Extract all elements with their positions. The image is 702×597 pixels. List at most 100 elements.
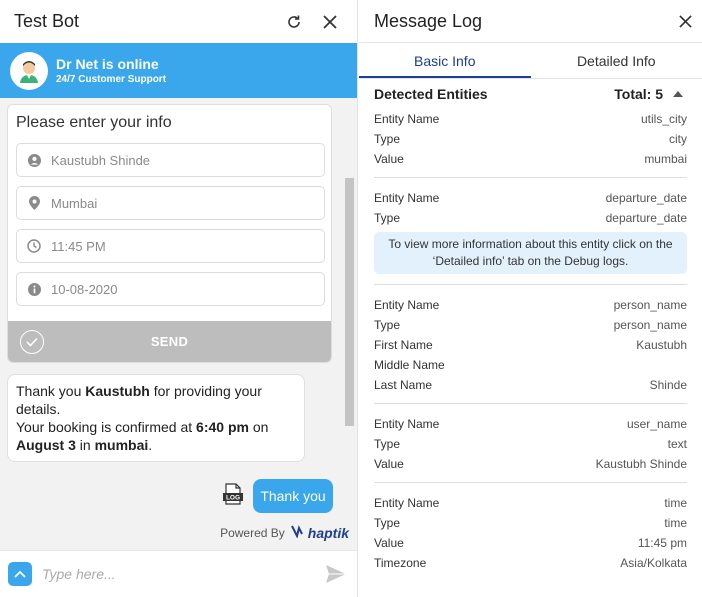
row-key: Value: [374, 152, 404, 166]
row-key: Entity Name: [374, 112, 440, 126]
powered-by: Powered By haptik: [220, 524, 349, 541]
row-key: Value: [374, 536, 404, 550]
agent-name: Dr Net is online: [56, 56, 159, 72]
row-key: Type: [374, 318, 401, 332]
row-value: Kaustubh Shinde: [595, 457, 687, 471]
entity-row: Type person_name: [374, 315, 687, 335]
row-value: Kaustubh: [636, 338, 687, 352]
detected-entities-header[interactable]: Detected Entities Total: 5: [374, 81, 687, 107]
chat-title: Test Bot: [14, 11, 80, 31]
row-value: utils_city: [640, 112, 687, 126]
log-body[interactable]: Detected Entities Total: 5 Entity Name ut…: [359, 80, 702, 597]
location-pin-icon: [27, 196, 41, 210]
chat-messages[interactable]: Please enter your info Kaustubh Shinde M…: [0, 98, 357, 550]
detected-entities-label: Detected Entities: [374, 86, 488, 102]
checkmark-icon: [20, 330, 44, 354]
bot-text: on: [248, 419, 269, 435]
log-header: Message Log: [359, 0, 702, 43]
row-key: Entity Name: [374, 496, 440, 510]
bot-message: Thank you Kaustubh for providing your de…: [7, 374, 305, 462]
chat-input-bar: [0, 550, 357, 597]
entity-row: Timezone Asia/Kolkata: [374, 553, 687, 573]
chat-scrollbar[interactable]: [345, 178, 354, 426]
entity-row: Entity Name departure_date: [374, 188, 687, 208]
send-label: SEND: [150, 334, 189, 349]
agent-banner: Dr Net is online 24/7 Customer Support: [0, 43, 357, 98]
collapse-caret-icon[interactable]: [669, 87, 687, 101]
row-value: city: [669, 132, 687, 146]
bot-text-city: mumbai: [94, 437, 149, 453]
message-input[interactable]: [42, 566, 323, 582]
bot-text-date: August 3: [16, 437, 76, 453]
time-field[interactable]: 11:45 PM: [16, 229, 325, 263]
entity-info-note: To view more information about this enti…: [374, 232, 687, 274]
entity-block: Entity Name user_name Type text Value Kaust…: [374, 412, 687, 483]
refresh-icon[interactable]: [281, 9, 307, 35]
send-arrow-icon: [326, 565, 346, 583]
entity-row: Type text: [374, 434, 687, 454]
entity-row: Entity Name user_name: [374, 414, 687, 434]
menu-toggle-button[interactable]: [8, 562, 32, 586]
row-value: time: [664, 496, 687, 510]
row-key: Entity Name: [374, 417, 440, 431]
row-value: departure_date: [605, 211, 687, 225]
powered-by-label: Powered By: [220, 525, 285, 540]
entity-row: Value Kaustubh Shinde: [374, 454, 687, 474]
entity-row: Entity Name utils_city: [374, 109, 687, 129]
entity-block: Entity Name time Type time Value 11:45 pm T…: [374, 491, 687, 581]
log-icon[interactable]: LOG: [222, 483, 244, 505]
row-value: person_name: [613, 298, 687, 312]
chat-header: Test Bot: [0, 0, 357, 43]
date-field-value: 10-08-2020: [51, 281, 118, 297]
brand-name: haptik: [307, 524, 349, 541]
row-value: person_name: [613, 318, 687, 332]
bot-text: .: [148, 437, 153, 453]
form-title: Please enter your info: [16, 114, 172, 131]
entity-block: Entity Name person_name Type person_name F…: [374, 293, 687, 404]
bot-text: in: [75, 437, 95, 453]
row-key: Value: [374, 457, 404, 471]
person-icon: [27, 153, 41, 167]
entity-block: Entity Name departure_date Type departure_…: [374, 186, 687, 285]
row-value: user_name: [626, 417, 687, 431]
log-tabs: Basic Info Detailed Info: [359, 43, 702, 79]
city-field[interactable]: Mumbai: [16, 186, 325, 220]
row-value: time: [664, 516, 687, 530]
bot-text-time: 6:40 pm: [196, 419, 249, 435]
chevron-up-icon: [14, 570, 26, 578]
row-key: Entity Name: [374, 191, 440, 205]
agent-subtitle: 24/7 Customer Support: [56, 74, 167, 85]
city-field-value: Mumbai: [51, 195, 98, 211]
name-field-value: Kaustubh Shinde: [51, 152, 151, 168]
entity-row: Type time: [374, 513, 687, 533]
form-send-button[interactable]: SEND: [8, 321, 331, 362]
message-log-panel: Message Log Basic Info Detailed Info Det…: [359, 0, 702, 597]
name-field[interactable]: Kaustubh Shinde: [16, 143, 325, 177]
log-icon-label: LOG: [226, 495, 240, 502]
row-key: Type: [374, 437, 401, 451]
entity-row: Entity Name person_name: [374, 295, 687, 315]
info-form-card: Please enter your info Kaustubh Shinde M…: [7, 104, 332, 363]
date-field[interactable]: 10-08-2020: [16, 272, 325, 306]
tab-basic-info[interactable]: Basic Info: [359, 43, 531, 78]
row-key: Timezone: [374, 556, 427, 570]
row-value: mumbai: [644, 152, 687, 166]
close-log-icon[interactable]: [672, 8, 698, 34]
haptik-logo-icon: [290, 524, 304, 541]
user-message[interactable]: Thank you: [253, 479, 333, 513]
row-key: Entity Name: [374, 298, 440, 312]
time-field-value: 11:45 PM: [51, 238, 106, 254]
send-message-button[interactable]: [323, 561, 349, 587]
agent-avatar: [10, 51, 48, 90]
row-key: First Name: [374, 338, 433, 352]
close-chat-icon[interactable]: [317, 9, 343, 35]
entity-row: Type departure_date: [374, 208, 687, 228]
clock-icon: [27, 239, 41, 253]
tab-detailed-info[interactable]: Detailed Info: [531, 43, 702, 78]
entity-row: Entity Name time: [374, 493, 687, 513]
row-value: text: [667, 437, 687, 451]
row-key: Type: [374, 516, 401, 530]
row-key: Last Name: [374, 378, 433, 392]
row-key: Middle Name: [374, 358, 445, 372]
log-title: Message Log: [374, 10, 483, 31]
